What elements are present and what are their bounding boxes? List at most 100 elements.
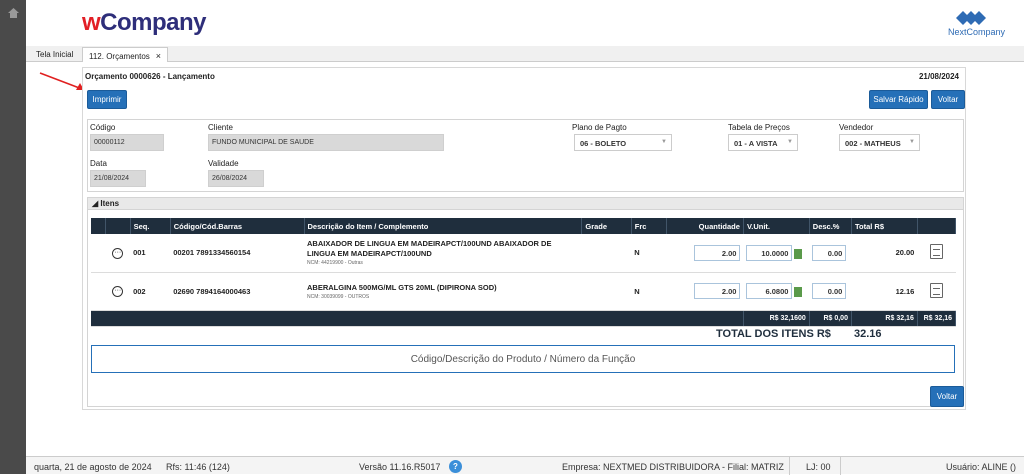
col-action [917, 218, 957, 234]
company-logo: wCompany [82, 9, 207, 37]
col-total: Total R$ [851, 218, 918, 234]
product-search-input[interactable]: Código/Descrição do Produto / Número da … [91, 345, 955, 373]
tab-home-label: Tela Inicial [36, 50, 74, 59]
row-desc-text: ABERALGINA 500MG/ML GTS 20ML (DIPIRONA S… [307, 282, 497, 292]
plano-value: 06 - BOLETO [580, 139, 627, 148]
document-icon[interactable] [929, 282, 943, 298]
row-grade [581, 272, 632, 311]
col-descricao: Descrição do Item / Complemento [304, 218, 583, 234]
tab-bar: Tela Inicial 112. Orçamentos × [26, 46, 1024, 62]
status-rfs: Rfs: 11:46 (124) [166, 462, 230, 472]
row-description: ABERALGINA 500MG/ML GTS 20ML (DIPIRONA S… [304, 272, 582, 311]
footer-unit-sum: R$ 32,1600 [743, 310, 810, 327]
unit-price-input[interactable]: 6.0800 [746, 283, 793, 299]
row-code: 02690 7894164000463 [170, 272, 304, 311]
table-row[interactable]: ··· 002 02690 7894164000463 ABERALGINA 5… [91, 272, 956, 311]
data-label: Data [90, 159, 107, 168]
row-seq: 002 [130, 272, 171, 311]
calculator-icon[interactable] [794, 287, 803, 298]
row-total: 12.16 [851, 272, 918, 311]
back-button-top[interactable]: Voltar [931, 90, 965, 109]
codigo-field[interactable]: 00000112 [90, 134, 164, 151]
cliente-label: Cliente [208, 123, 233, 132]
quote-date: 21/08/2024 [918, 72, 959, 81]
col-seq: Seq. [130, 218, 171, 234]
row-frc: N [631, 234, 667, 273]
left-sidebar [0, 0, 26, 474]
quantity-input[interactable]: 2.00 [694, 283, 741, 299]
total-value: 32.16 [854, 328, 882, 340]
row-ncm: NCM: 44219900 - Outras [307, 260, 363, 267]
tab-orcamentos[interactable]: 112. Orçamentos × [82, 47, 169, 62]
status-version: Versão 11.16.R5017 [359, 462, 441, 472]
row-frc: N [631, 272, 667, 311]
unit-price-input[interactable]: 10.0000 [746, 244, 793, 261]
status-user: Usuário: ALINE () [946, 462, 1017, 472]
help-icon[interactable]: ? [449, 460, 462, 473]
close-icon[interactable]: × [156, 51, 161, 61]
quantity-input[interactable]: 2.00 [694, 244, 741, 261]
home-icon[interactable] [7, 7, 20, 19]
quick-save-button[interactable]: Salvar Rápido [869, 90, 928, 109]
row-total: 20.00 [851, 234, 918, 273]
logo-w: w [82, 9, 101, 36]
footer-total-sum: R$ 32,16 [851, 310, 918, 327]
tab-orcamentos-label: 112. Orçamentos [89, 52, 150, 61]
status-divider [840, 457, 841, 475]
status-company: Empresa: NEXTMED DISTRIBUIDORA - Filial:… [562, 462, 784, 472]
footer-blank [91, 310, 744, 327]
table-header: Seq. Código/Cód.Barras Descrição do Item… [91, 218, 957, 234]
vendedor-select[interactable]: 002 - MATHEUS ▼ [839, 134, 920, 151]
footer-total-sum-2: R$ 32,16 [917, 310, 957, 327]
items-header[interactable]: ◢ Itens [88, 198, 963, 210]
col-codigo: Código/Cód.Barras [170, 218, 305, 234]
cliente-field[interactable]: FUNDO MUNICIPAL DE SAUDE [208, 134, 444, 151]
col-frc: Frc [631, 218, 667, 234]
discount-input[interactable]: 0.00 [812, 283, 847, 299]
validade-label: Validade [208, 159, 239, 168]
table-footer: R$ 32,1600 R$ 0,00 R$ 32,16 R$ 32,16 [91, 310, 957, 327]
discount-input[interactable]: 0.00 [812, 244, 847, 261]
row-grade [581, 234, 632, 273]
row-code: 00201 7891334560154 [170, 234, 304, 273]
status-divider [789, 457, 790, 475]
tabela-label: Tabela de Preços [728, 123, 790, 132]
quote-form: Código 00000112 Cliente FUNDO MUNICIPAL … [87, 119, 964, 192]
print-button[interactable]: Imprimir [87, 90, 127, 109]
page-title: Orçamento 0000626 - Lançamento [85, 72, 215, 81]
chevron-down-icon: ▼ [787, 139, 793, 145]
tab-home[interactable]: Tela Inicial [30, 47, 79, 62]
col-quantidade: Quantidade [666, 218, 744, 234]
row-blank [91, 272, 106, 311]
col-desc: Desc.% [809, 218, 852, 234]
vendedor-label: Vendedor [839, 123, 874, 132]
data-field[interactable]: 21/08/2024 [90, 170, 146, 187]
top-header: wCompany NextCompany [26, 0, 1024, 46]
calculator-icon[interactable] [794, 248, 803, 259]
document-icon[interactable] [929, 244, 943, 260]
codigo-label: Código [90, 123, 116, 132]
col-vunit: V.Unit. [743, 218, 810, 234]
items-section: ◢ Itens Seq. Código/Cód.Barras Descrição… [87, 197, 964, 407]
row-blank [91, 234, 106, 273]
col-grade: Grade [581, 218, 632, 234]
row-desc-text: ABAIXADOR DE LINGUA EM MADEIRAPCT/100UND… [307, 239, 552, 259]
annotation-arrow [39, 72, 84, 90]
validade-field[interactable]: 26/08/2024 [208, 170, 264, 187]
vendedor-value: 002 - MATHEUS [845, 139, 901, 148]
status-lj: LJ: 00 [806, 462, 831, 472]
back-button-bottom[interactable]: Voltar [930, 386, 964, 407]
row-seq: 001 [130, 234, 171, 273]
items-table: Seq. Código/Cód.Barras Descrição do Item… [91, 218, 957, 327]
plano-select[interactable]: 06 - BOLETO ▼ [574, 134, 672, 151]
items-section-label: Itens [100, 199, 120, 208]
table-row[interactable]: ··· 001 00201 7891334560154 ABAIXADOR DE… [91, 234, 956, 273]
brand-text: NextCompany [948, 27, 1006, 37]
options-icon[interactable]: ··· [112, 286, 124, 297]
plano-label: Plano de Pagto [572, 123, 627, 132]
logo-company: Company [100, 9, 207, 36]
options-icon[interactable]: ··· [112, 247, 124, 259]
tabela-select[interactable]: 01 - A VISTA ▼ [728, 134, 798, 151]
status-bar: quarta, 21 de agosto de 2024 Rfs: 11:46 … [26, 456, 1024, 475]
row-ncm: NCM: 30039099 - OUTROS [307, 293, 370, 300]
